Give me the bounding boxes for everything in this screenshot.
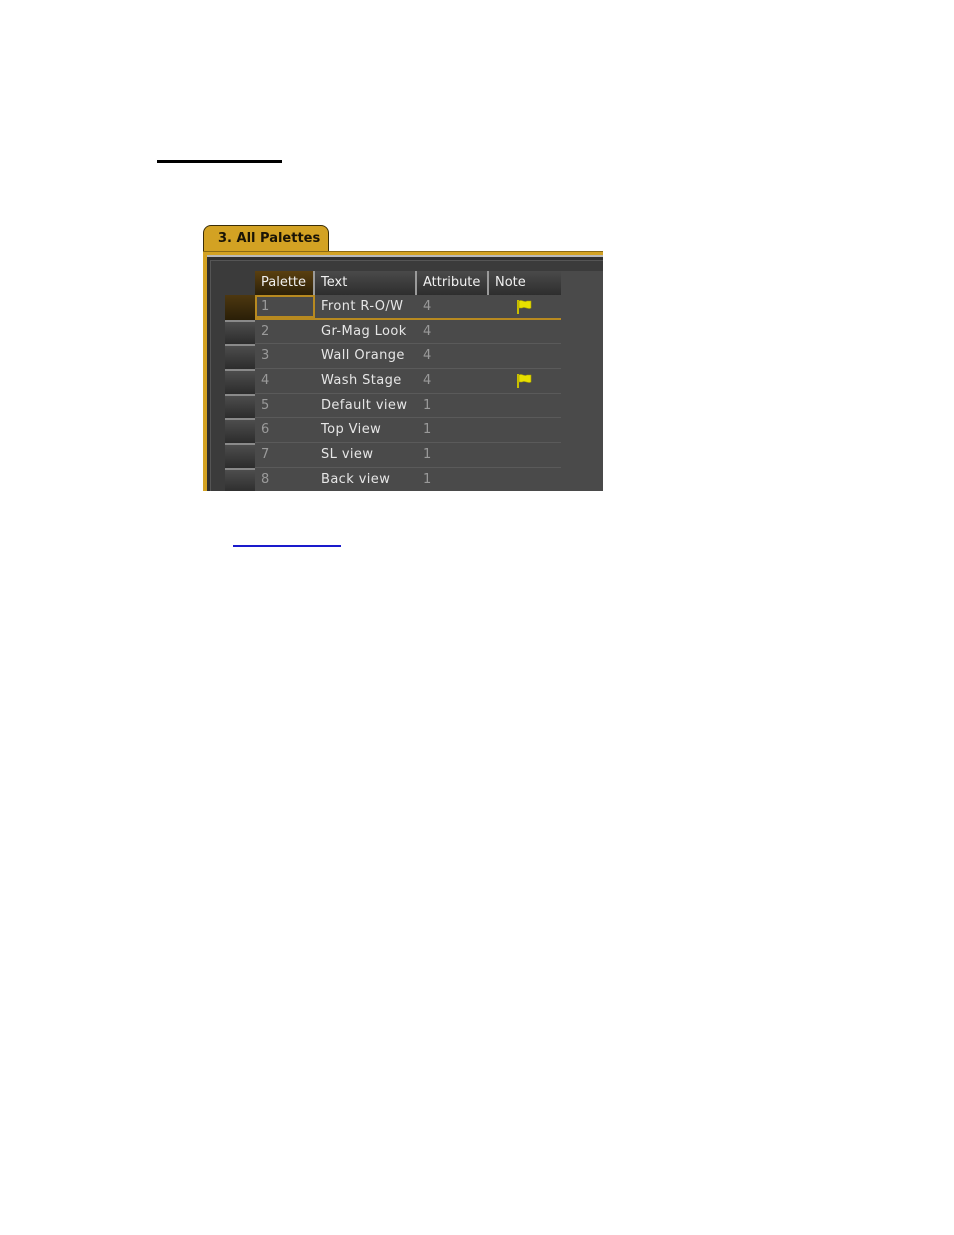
row-handle[interactable] (225, 418, 255, 444)
table-row[interactable]: 1 Front R-O/W 4 (255, 295, 561, 320)
row-handle[interactable] (225, 467, 255, 491)
note-cell[interactable] (489, 418, 561, 442)
tab-all-palettes[interactable]: 3. All Palettes (203, 225, 329, 253)
column-header-text[interactable]: Text (315, 271, 417, 295)
palette-number-cell[interactable]: 1 (255, 295, 315, 318)
empty-area (561, 271, 603, 491)
table-row[interactable]: 3 Wall Orange 4 (255, 344, 561, 370)
heading-underline (157, 160, 282, 163)
row-handle[interactable] (225, 369, 255, 394)
palette-text-cell[interactable]: Gr-Mag Look (315, 320, 417, 344)
note-cell[interactable] (489, 443, 561, 467)
note-cell[interactable] (489, 394, 561, 418)
palette-number-cell[interactable]: 7 (255, 443, 315, 467)
palettes-table: Palette Text Attribute Note 1 Front R-O/W… (255, 271, 561, 491)
palette-number-cell[interactable]: 4 (255, 369, 315, 393)
row-handle[interactable] (225, 393, 255, 419)
palettes-window-screenshot: 3. All Palettes Palette Text Attribute N… (203, 225, 603, 491)
flag-icon[interactable] (515, 373, 533, 389)
column-header-note[interactable]: Note (489, 271, 561, 295)
palettes-panel: Palette Text Attribute Note 1 Front R-O/W… (207, 257, 603, 491)
row-handle[interactable] (225, 319, 255, 345)
palette-text-cell[interactable]: Front R-O/W (315, 295, 417, 318)
note-cell[interactable] (489, 344, 561, 368)
row-handle[interactable] (225, 344, 255, 370)
attribute-cell[interactable]: 1 (417, 468, 489, 491)
attribute-cell[interactable]: 4 (417, 320, 489, 344)
column-header-palette[interactable]: Palette (255, 271, 315, 295)
table-row[interactable]: 7 SL view 1 (255, 443, 561, 468)
palette-text-cell[interactable]: Wash Stage (315, 369, 417, 393)
hyperlink-underline[interactable] (233, 545, 341, 547)
attribute-cell[interactable]: 1 (417, 418, 489, 442)
palette-number-cell[interactable]: 5 (255, 394, 315, 418)
column-header-attribute[interactable]: Attribute (417, 271, 489, 295)
table-body: 1 Front R-O/W 4 2 Gr-Mag Look 4 3 Wall Orange 4 4… (255, 295, 561, 491)
note-cell[interactable] (489, 295, 561, 318)
table-row[interactable]: 8 Back view 1 (255, 467, 561, 491)
attribute-cell[interactable]: 4 (417, 344, 489, 368)
row-handle[interactable] (225, 295, 255, 320)
palette-text-cell[interactable]: Default view (315, 394, 417, 418)
palette-text-cell[interactable]: Back view (315, 468, 417, 491)
table-row[interactable]: 2 Gr-Mag Look 4 (255, 319, 561, 345)
panel-inner: Palette Text Attribute Note 1 Front R-O/W… (210, 260, 603, 491)
attribute-cell[interactable]: 4 (417, 369, 489, 393)
flag-icon[interactable] (515, 299, 533, 315)
table-header: Palette Text Attribute Note (255, 271, 561, 295)
row-handles (225, 295, 255, 491)
palette-text-cell[interactable]: Top View (315, 418, 417, 442)
palette-text-cell[interactable]: Wall Orange (315, 344, 417, 368)
attribute-cell[interactable]: 4 (417, 295, 489, 318)
palette-text-cell[interactable]: SL view (315, 443, 417, 467)
row-handle[interactable] (225, 443, 255, 468)
table-row[interactable]: 4 Wash Stage 4 (255, 369, 561, 394)
palette-number-cell[interactable]: 3 (255, 344, 315, 368)
palette-number-cell[interactable]: 8 (255, 468, 315, 491)
note-cell[interactable] (489, 369, 561, 393)
palette-number-cell[interactable]: 2 (255, 320, 315, 344)
table-row[interactable]: 6 Top View 1 (255, 418, 561, 444)
attribute-cell[interactable]: 1 (417, 394, 489, 418)
note-cell[interactable] (489, 320, 561, 344)
table-row[interactable]: 5 Default view 1 (255, 393, 561, 419)
note-cell[interactable] (489, 468, 561, 491)
palette-number-cell[interactable]: 6 (255, 418, 315, 442)
attribute-cell[interactable]: 1 (417, 443, 489, 467)
